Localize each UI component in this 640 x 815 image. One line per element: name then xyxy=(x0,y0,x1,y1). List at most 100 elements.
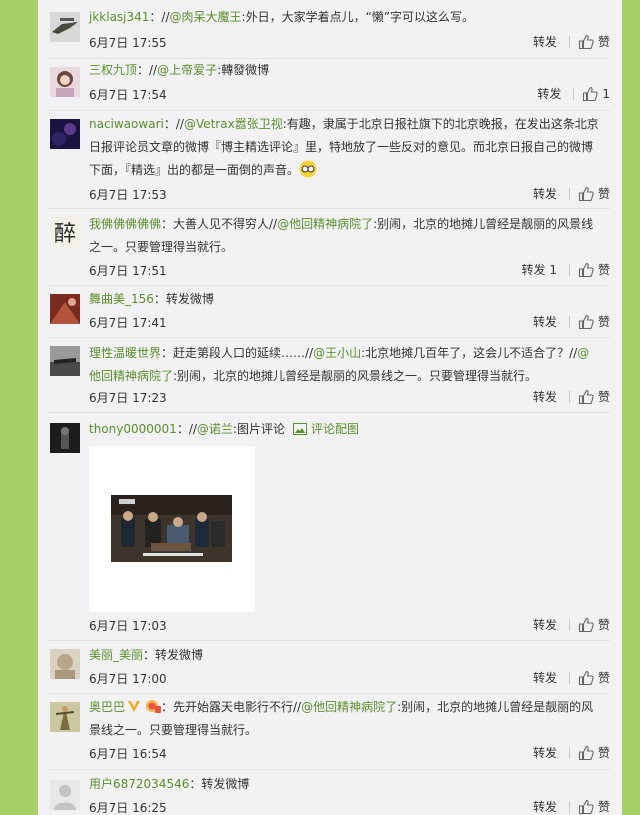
comment-text: 奥巴巴 ：先开始露天电影行不行//@他回精神病院了:别闹，北京的地摊儿曾经是靓丽的… xyxy=(89,696,600,742)
divider xyxy=(573,87,575,100)
mention-link[interactable]: @王小山 xyxy=(313,346,361,360)
like-button[interactable]: 赞 xyxy=(598,313,610,330)
thumb-up-icon[interactable] xyxy=(578,670,594,686)
comment-body: ：赶走第段人口的延续……// xyxy=(161,346,314,360)
forward-button[interactable]: 转发 xyxy=(533,33,557,50)
username[interactable]: 用户6872034546 xyxy=(89,777,189,791)
like-count[interactable]: 1 xyxy=(602,87,610,101)
comment-actions: 转发 赞 xyxy=(533,744,610,761)
comment-body: :图片评论 xyxy=(232,422,285,436)
forward-button[interactable]: 转发 1 xyxy=(522,261,557,278)
comment-image[interactable] xyxy=(89,446,255,612)
comment-actions: 转发 赞 xyxy=(533,798,610,815)
comment-text: 用户6872034546：转发微博 xyxy=(89,773,600,796)
separator: ：// xyxy=(163,117,184,131)
mention-link[interactable]: @诺兰 xyxy=(197,422,233,436)
comment-image-thumbnail xyxy=(111,495,232,562)
username[interactable]: naciwaowari xyxy=(89,117,164,131)
avatar[interactable] xyxy=(50,294,80,324)
comment-body: ：先开始露天电影行不行// xyxy=(161,700,302,714)
comment-actions: 转发 赞 xyxy=(533,669,610,686)
comment-pic-link[interactable]: 评论配图 xyxy=(311,422,359,436)
avatar[interactable] xyxy=(50,346,80,376)
forward-button[interactable]: 转发 xyxy=(533,388,557,405)
username[interactable]: 美丽_美丽 xyxy=(89,648,143,662)
glasses-emoji-icon xyxy=(299,160,317,178)
comment-body: ：转发微博 xyxy=(143,648,204,662)
timestamp: 6月7日 17:55 xyxy=(89,36,167,50)
comment-actions: 转发 赞 xyxy=(533,33,610,50)
divider xyxy=(568,746,570,759)
verified-v-icon[interactable] xyxy=(127,698,141,712)
timestamp: 6月7日 16:54 xyxy=(89,747,167,761)
mention-link[interactable]: @他回精神病院了 xyxy=(277,217,373,231)
username[interactable]: jkklasj341 xyxy=(89,10,149,24)
avatar[interactable] xyxy=(50,649,80,679)
like-button[interactable]: 赞 xyxy=(598,744,610,761)
divider xyxy=(48,110,610,111)
avatar[interactable] xyxy=(50,119,80,149)
thumb-up-icon[interactable] xyxy=(582,86,599,102)
timestamp: 6月7日 17:41 xyxy=(89,316,167,330)
timestamp: 6月7日 17:03 xyxy=(89,619,167,633)
thumb-up-icon[interactable] xyxy=(578,617,594,633)
thumb-up-icon[interactable] xyxy=(578,186,594,202)
thumb-up-icon[interactable] xyxy=(578,745,594,761)
comment-body: :轉發微博 xyxy=(217,63,270,77)
divider xyxy=(48,412,610,413)
forward-button[interactable]: 转发 xyxy=(533,744,557,761)
like-button[interactable]: 赞 xyxy=(598,616,610,633)
username[interactable]: 我佛佛佛佛佛 xyxy=(89,217,161,231)
comment-actions: 转发 赞 xyxy=(533,388,610,405)
timestamp: 6月7日 17:23 xyxy=(89,391,167,405)
forward-button[interactable]: 转发 xyxy=(533,313,557,330)
avatar[interactable]: 醉 xyxy=(50,217,80,247)
divider xyxy=(568,671,570,684)
divider xyxy=(48,285,610,286)
thumb-up-icon[interactable] xyxy=(578,34,594,50)
comment-actions: 转发 赞 xyxy=(533,313,610,330)
thumb-up-icon[interactable] xyxy=(578,262,594,278)
comment-actions: 转发 赞 xyxy=(533,185,610,202)
mention-link[interactable]: @Vetrax嚣张卫视 xyxy=(184,117,283,131)
username[interactable]: 奥巴巴 xyxy=(89,700,125,714)
vip-badge-icon[interactable] xyxy=(145,698,162,713)
username[interactable]: thony0000001 xyxy=(89,422,177,436)
like-button[interactable]: 赞 xyxy=(598,261,610,278)
like-button[interactable]: 赞 xyxy=(598,669,610,686)
comment-body: :北京地摊几百年了，这会儿不适合了？// xyxy=(361,346,578,360)
like-button[interactable]: 赞 xyxy=(598,185,610,202)
forward-button[interactable]: 转发 xyxy=(533,185,557,202)
separator: ：// xyxy=(149,10,170,24)
username[interactable]: 三权九顶 xyxy=(89,63,137,77)
forward-button[interactable]: 转发 xyxy=(533,669,557,686)
comment-body: :别闹，北京的地摊儿曾经是靓丽的风景线之一。只要管理得当就行。 xyxy=(173,369,538,383)
comment-text: 舞曲美_156：转发微博 xyxy=(89,288,600,311)
divider xyxy=(568,618,570,631)
forward-button[interactable]: 转发 xyxy=(537,85,561,102)
forward-button[interactable]: 转发 xyxy=(533,616,557,633)
thumb-up-icon[interactable] xyxy=(578,389,594,405)
like-button[interactable]: 赞 xyxy=(598,798,610,815)
avatar[interactable] xyxy=(50,423,80,453)
forward-button[interactable]: 转发 xyxy=(533,798,557,815)
mention-link[interactable]: @上帝爱子 xyxy=(157,63,217,77)
comment-text: naciwaowari：//@Vetrax嚣张卫视:有趣，隶属于北京日报社旗下的… xyxy=(89,113,600,182)
like-button[interactable]: 赞 xyxy=(598,33,610,50)
picture-icon[interactable] xyxy=(292,420,307,435)
avatar[interactable] xyxy=(50,67,80,97)
thumb-up-icon[interactable] xyxy=(578,799,594,815)
divider xyxy=(568,187,570,200)
comment-body: :外日，大家学着点儿，“懒”字可以这么写。 xyxy=(241,10,475,24)
avatar[interactable] xyxy=(50,702,80,732)
username[interactable]: 理性温暖世界 xyxy=(89,346,161,360)
comment-text: 理性温暖世界：赶走第段人口的延续……//@王小山:北京地摊几百年了，这会儿不适合… xyxy=(89,342,600,388)
timestamp: 6月7日 17:54 xyxy=(89,88,167,102)
thumb-up-icon[interactable] xyxy=(578,314,594,330)
avatar[interactable] xyxy=(50,12,80,42)
mention-link[interactable]: @肉呆大魔王 xyxy=(170,10,242,24)
like-button[interactable]: 赞 xyxy=(598,388,610,405)
username[interactable]: 舞曲美_156 xyxy=(89,292,154,306)
avatar[interactable] xyxy=(50,780,80,810)
mention-link[interactable]: @他回精神病院了 xyxy=(301,700,397,714)
